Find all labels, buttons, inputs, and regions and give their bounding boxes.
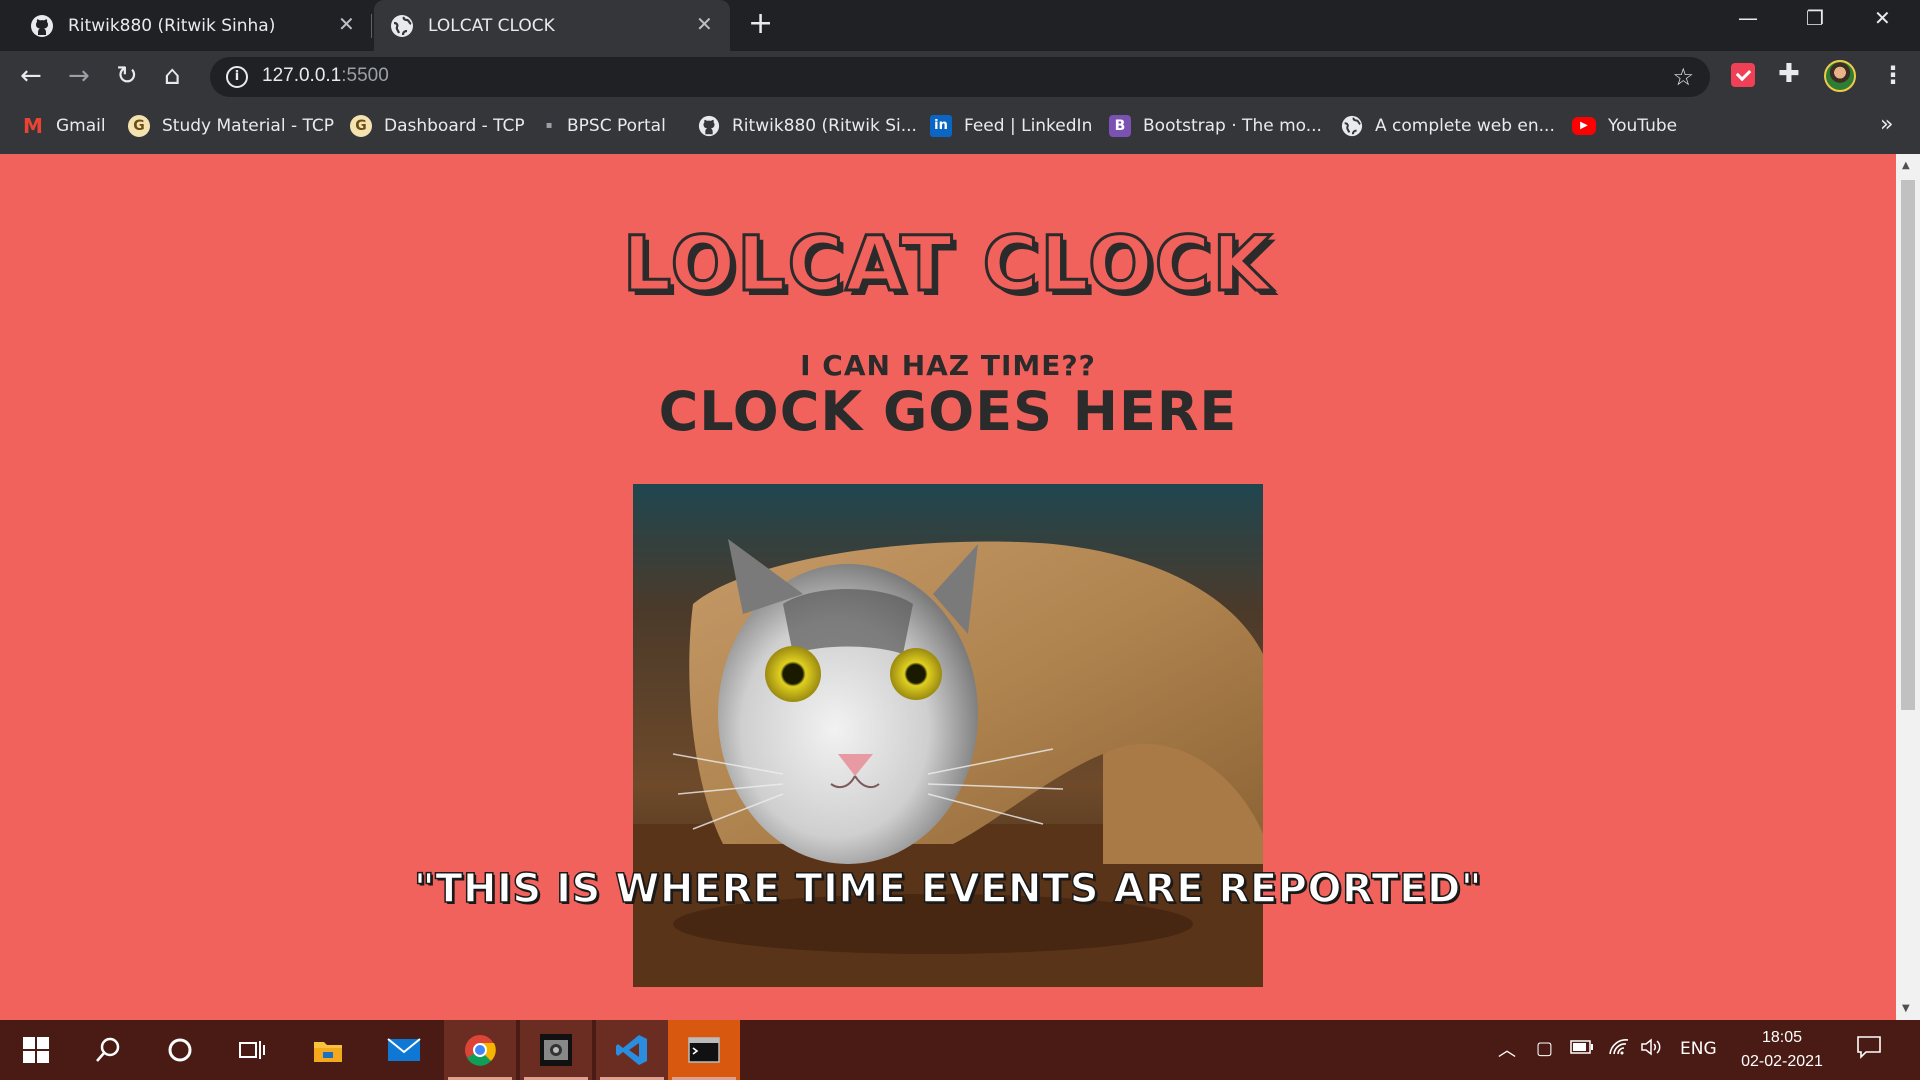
new-tab-button[interactable]: +: [748, 9, 773, 39]
profile-avatar[interactable]: [1824, 60, 1856, 92]
chrome-menu-icon[interactable]: ⋮: [1881, 61, 1905, 89]
tab-title: LOLCAT CLOCK: [428, 15, 555, 36]
search-icon[interactable]: [72, 1020, 144, 1080]
clock-display: CLOCK GOES HERE: [658, 380, 1238, 443]
bookmark-label: Bootstrap · The mo...: [1143, 116, 1322, 136]
page-viewport: LOLCAT CLOCK I CAN HAZ TIME?? CLOCK GOES…: [0, 154, 1896, 1020]
back-button[interactable]: ←: [20, 63, 42, 89]
bookmark-label: Ritwik880 (Ritwik Si...: [732, 116, 917, 136]
bookmark-linkedin[interactable]: in Feed | LinkedIn: [930, 103, 1092, 149]
pocket-extension-icon[interactable]: [1731, 63, 1755, 87]
bootstrap-icon: B: [1109, 115, 1131, 137]
language-indicator[interactable]: ENG: [1680, 1039, 1717, 1059]
tab-title: Ritwik880 (Ritwik Sinha): [68, 15, 276, 36]
task-view-icon[interactable]: [216, 1020, 288, 1080]
wifi-icon[interactable]: [1608, 1038, 1630, 1061]
bookmarks-overflow-button[interactable]: »: [1880, 112, 1893, 137]
bookmark-github[interactable]: Ritwik880 (Ritwik Si...: [698, 103, 917, 149]
forward-button[interactable]: →: [68, 63, 90, 89]
page-title: LOLCAT CLOCK: [621, 219, 1274, 308]
bpsc-icon: ▪: [545, 120, 553, 131]
taskbar-time: 18:05: [1761, 1029, 1803, 1046]
bookmark-dashboard[interactable]: G Dashboard - TCP: [350, 103, 525, 149]
bookmark-star-icon[interactable]: ☆: [1672, 63, 1694, 91]
close-tab-icon[interactable]: ✕: [338, 12, 355, 36]
url-host: 127.0.0.1: [262, 65, 342, 86]
youtube-icon: ▶: [1572, 117, 1596, 135]
volume-icon[interactable]: [1640, 1038, 1662, 1061]
extensions-puzzle-icon[interactable]: ✚: [1778, 59, 1800, 89]
cortana-icon[interactable]: [144, 1020, 216, 1080]
battery-icon[interactable]: [1570, 1038, 1594, 1059]
tab-strip: Ritwik880 (Ritwik Sinha) ✕ LOLCAT CLOCK …: [0, 0, 1920, 51]
taskbar-clock[interactable]: 18:05 02-02-2021: [1736, 1026, 1828, 1074]
bookmark-bootstrap[interactable]: B Bootstrap · The mo...: [1109, 103, 1322, 149]
minimize-button[interactable]: —: [1738, 6, 1758, 30]
bookmark-label: A complete web en...: [1375, 116, 1555, 136]
vscode-icon[interactable]: [596, 1020, 668, 1080]
globe-icon: [391, 14, 413, 37]
taskbar-date: 02-02-2021: [1741, 1053, 1823, 1070]
bookmark-web-en[interactable]: A complete web en...: [1341, 103, 1555, 149]
bookmark-gmail[interactable]: M Gmail: [22, 103, 106, 149]
scrollbar-thumb[interactable]: [1901, 180, 1915, 710]
scroll-up-arrow-icon[interactable]: ▲: [1902, 160, 1910, 171]
tcp-icon: G: [350, 115, 372, 137]
mail-icon[interactable]: [368, 1020, 440, 1080]
chrome-icon[interactable]: [444, 1020, 516, 1080]
tab-divider: [371, 14, 372, 38]
windows-taskbar: ︿ ▢ ENG 18:05 02-02-2021: [0, 1020, 1920, 1080]
close-window-button[interactable]: ✕: [1874, 6, 1891, 30]
bookmark-label: Dashboard - TCP: [384, 116, 525, 136]
address-bar[interactable]: i 127.0.0.1:5500 ☆: [210, 57, 1710, 97]
reload-button[interactable]: ↻: [116, 63, 138, 89]
scroll-down-arrow-icon[interactable]: ▼: [1902, 1003, 1910, 1014]
tcp-icon: G: [128, 115, 150, 137]
bookmark-label: BPSC Portal: [567, 116, 666, 136]
time-event-message: "THIS IS WHERE TIME EVENTS ARE REPORTED": [413, 865, 1483, 913]
url-text[interactable]: 127.0.0.1:5500: [262, 65, 389, 87]
bookmark-label: Feed | LinkedIn: [964, 116, 1093, 136]
photo-app-icon[interactable]: [520, 1020, 592, 1080]
bookmark-youtube[interactable]: ▶ YouTube: [1572, 103, 1677, 149]
tab-lolcat-clock[interactable]: LOLCAT CLOCK ✕: [374, 0, 730, 51]
page-scrollbar[interactable]: ▲ ▼: [1896, 154, 1920, 1020]
restore-button[interactable]: ❐: [1806, 6, 1824, 30]
bookmark-label: Study Material - TCP: [162, 116, 335, 136]
globe-icon: [1341, 115, 1363, 137]
bookmark-label: YouTube: [1608, 116, 1678, 136]
gmail-icon: M: [23, 114, 43, 138]
github-icon: [698, 115, 720, 137]
github-icon: [31, 14, 53, 37]
bookmark-bpsc[interactable]: ▪ BPSC Portal: [543, 103, 666, 149]
browser-toolbar: ← → ↻ ⌂ i 127.0.0.1:5500 ☆ ✚ ⋮: [0, 51, 1920, 103]
linkedin-icon: in: [930, 115, 952, 137]
show-hidden-icons-chevron-icon[interactable]: ︿: [1498, 1036, 1516, 1062]
close-tab-icon[interactable]: ✕: [696, 12, 713, 36]
bookmark-label: Gmail: [56, 116, 106, 136]
file-explorer-icon[interactable]: [292, 1020, 364, 1080]
url-port: :5500: [341, 65, 389, 86]
page-subheading: I CAN HAZ TIME??: [800, 349, 1096, 382]
terminal-icon[interactable]: [668, 1020, 740, 1080]
windows-start-icon[interactable]: [0, 1020, 72, 1080]
home-button[interactable]: ⌂: [164, 63, 181, 89]
tab-github[interactable]: Ritwik880 (Ritwik Sinha) ✕: [20, 0, 365, 51]
site-info-icon[interactable]: i: [226, 66, 248, 88]
meet-now-icon[interactable]: ▢: [1536, 1038, 1553, 1059]
bookmark-study-material[interactable]: G Study Material - TCP: [128, 103, 334, 149]
notifications-icon[interactable]: [1856, 1034, 1882, 1065]
bookmarks-bar: M Gmail G Study Material - TCP G Dashboa…: [0, 103, 1920, 154]
